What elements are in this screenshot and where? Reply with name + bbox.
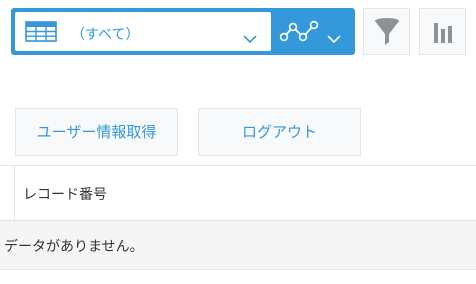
view-dropdown[interactable]: （すべて） [15,12,271,51]
column-header-record-number[interactable]: レコード番号 [23,184,107,204]
logout-button[interactable]: ログアウト [198,108,361,156]
funnel-icon [374,17,399,45]
empty-message: データがありません。 [4,239,144,255]
table-icon [25,21,57,46]
empty-row: データがありません。 [0,220,476,270]
view-selector-bar: （すべて） [11,8,355,55]
selected-view-label: （すべて） [71,27,140,43]
chevron-down-icon [243,28,257,47]
line-graph-icon [279,20,319,48]
bar-chart-icon [433,22,452,43]
filter-button[interactable] [363,8,410,55]
grid-header: レコード番号 [0,166,476,220]
chevron-down-icon [327,28,341,47]
graph-dropdown[interactable] [271,12,353,51]
column-separator [14,166,15,220]
graph-button[interactable] [419,8,466,55]
get-user-info-button[interactable]: ユーザー情報取得 [15,108,178,156]
